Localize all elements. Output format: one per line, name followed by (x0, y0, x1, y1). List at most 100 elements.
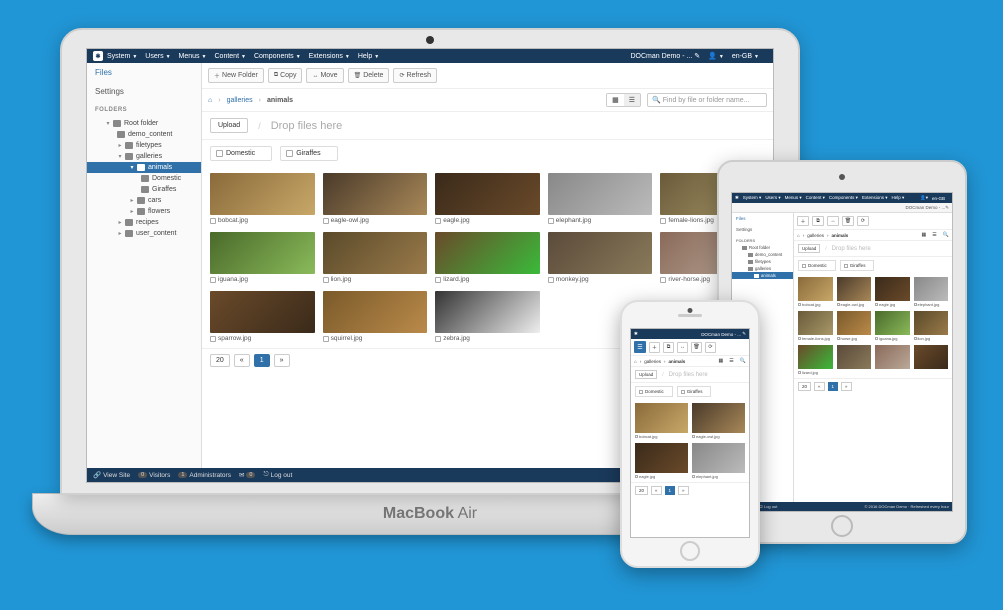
checkbox[interactable] (286, 150, 293, 157)
t-pager-next[interactable]: » (841, 382, 852, 391)
pager-page-1[interactable]: 1 (254, 354, 270, 367)
file-item[interactable]: horse.jpg (837, 311, 872, 341)
checkbox[interactable] (660, 277, 666, 283)
t-list-icon[interactable]: ☰ (932, 232, 936, 238)
messages-count[interactable]: ✉ 0 (239, 471, 256, 479)
t-tree-demo[interactable]: demo_content (732, 251, 793, 258)
hamburger-icon[interactable]: ☰ (634, 341, 646, 353)
sidebar-tab-settings[interactable]: Settings (87, 82, 201, 101)
menu-menus[interactable]: Menus▼ (179, 53, 207, 60)
file-item[interactable]: iguana.jpg (210, 232, 315, 283)
t-menu-system[interactable]: System ▾ (743, 195, 762, 201)
checkbox[interactable] (323, 277, 329, 283)
p-search-icon[interactable]: 🔍 (740, 358, 746, 364)
file-item[interactable]: eagle-owl.jpg (837, 277, 872, 307)
checkbox[interactable] (210, 218, 216, 224)
checkbox[interactable] (210, 336, 216, 342)
file-item[interactable]: female-lions.jpg (798, 311, 833, 341)
move-button[interactable]: ↔Move (306, 68, 343, 83)
file-item[interactable]: lizard.jpg (435, 232, 540, 283)
file-item[interactable]: eagle-owl.jpg (692, 403, 745, 439)
file-item[interactable]: bobcat.jpg (798, 277, 833, 307)
checkbox[interactable] (323, 218, 329, 224)
tree-root[interactable]: ▾Root folder (87, 118, 201, 129)
tree-user-content[interactable]: ▸user_content (87, 228, 201, 239)
t-upload-btn[interactable]: Upload (798, 244, 820, 253)
p-bc-galleries[interactable]: galleries (644, 359, 661, 364)
home-icon[interactable]: ⌂ (634, 359, 637, 364)
menu-content[interactable]: Content▼ (215, 53, 246, 60)
joomla-icon[interactable]: ✱ (93, 51, 103, 61)
t-pager-1[interactable]: 1 (828, 382, 839, 391)
p-group-domestic[interactable]: Domestic (635, 386, 673, 397)
p-upload-btn[interactable]: Upload (635, 370, 657, 379)
t-tab-settings[interactable]: Settings (732, 224, 793, 235)
p-group-giraffes[interactable]: Giraffes (677, 386, 712, 397)
t-page-size[interactable]: 20 (798, 382, 811, 391)
pager-next[interactable]: » (274, 354, 290, 367)
grid-view-button[interactable]: ▦ (607, 94, 624, 106)
file-item[interactable] (837, 345, 872, 375)
checkbox[interactable] (435, 336, 441, 342)
t-menu-users[interactable]: Users ▾ (765, 195, 780, 201)
tree-filetypes[interactable]: ▸filetypes (87, 140, 201, 151)
t-user-menu[interactable]: 👤▾ (920, 195, 928, 201)
file-item[interactable] (914, 345, 949, 375)
p-site[interactable]: DOCman Demo - ... (701, 332, 741, 337)
tree-galleries[interactable]: ▾galleries (87, 151, 201, 162)
file-item[interactable]: elephant.jpg (548, 173, 653, 224)
t-group-giraffes[interactable]: Giraffes (840, 260, 875, 271)
site-link[interactable]: DOCman Demo - ... ✎ (630, 52, 700, 60)
logout-link[interactable]: ⎋ Log out (263, 471, 292, 479)
t-logout[interactable]: ⎋ Log out (760, 504, 778, 509)
menu-components[interactable]: Components▼ (254, 53, 301, 60)
checkbox[interactable] (660, 218, 666, 224)
p-new-button[interactable]: ＋ (649, 342, 660, 353)
t-menu-menus[interactable]: Menus ▾ (785, 195, 802, 201)
file-item[interactable]: iguana.jpg (875, 311, 910, 341)
t-tab-files[interactable]: Files (732, 213, 793, 224)
p-pager-next[interactable]: » (678, 486, 689, 495)
file-item[interactable]: lion.jpg (323, 232, 428, 283)
t-copy-button[interactable]: ⧉ (812, 216, 824, 226)
sidebar-tab-files[interactable]: Files (87, 63, 201, 82)
p-pager-1[interactable]: 1 (665, 486, 676, 495)
menu-extensions[interactable]: Extensions▼ (309, 53, 350, 60)
t-group-domestic[interactable]: Domestic (798, 260, 836, 271)
checkbox[interactable] (210, 277, 216, 283)
file-item[interactable]: monkey.jpg (548, 232, 653, 283)
t-menu-help[interactable]: Help ▾ (891, 195, 904, 201)
lang-menu[interactable]: en-GB▼ (732, 53, 759, 60)
p-copy-button[interactable]: ⧉ (663, 342, 674, 353)
file-item[interactable]: eagle.jpg (875, 277, 910, 307)
home-icon[interactable]: ⌂ (797, 233, 800, 238)
file-item[interactable]: squirrel.jpg (323, 291, 428, 342)
joomla-icon[interactable]: ✱ (735, 195, 739, 201)
p-page-size[interactable]: 20 (635, 486, 648, 495)
file-item[interactable]: bobcat.jpg (635, 403, 688, 439)
upload-button[interactable]: Upload (210, 118, 248, 133)
t-bc-galleries[interactable]: galleries (807, 233, 824, 238)
checkbox[interactable] (216, 150, 223, 157)
t-refresh-button[interactable]: ⟳ (857, 216, 869, 226)
tree-cars[interactable]: ▸cars (87, 195, 201, 206)
tablet-home-button[interactable] (831, 515, 853, 537)
joomla-icon[interactable]: ✱ (634, 331, 638, 337)
file-item[interactable]: eagle-owl.jpg (323, 173, 428, 224)
tree-flowers[interactable]: ▸flowers (87, 206, 201, 217)
tree-domestic[interactable]: Domestic (87, 173, 201, 184)
tree-demo-content[interactable]: demo_content (87, 129, 201, 140)
file-item[interactable]: sparrow.jpg (210, 291, 315, 342)
t-upload-row[interactable]: Upload / Drop files here (794, 241, 952, 257)
tree-animals[interactable]: ▾animals (87, 162, 201, 173)
checkbox[interactable] (548, 218, 554, 224)
t-move-button[interactable]: ↔ (827, 216, 839, 226)
tree-recipes[interactable]: ▸recipes (87, 217, 201, 228)
file-item[interactable]: elephant.jpg (692, 443, 745, 479)
t-new-button[interactable]: ＋ (797, 216, 809, 226)
p-list-icon[interactable]: ☰ (729, 358, 733, 364)
t-search-icon[interactable]: 🔍 (943, 232, 949, 238)
t-tree-galleries[interactable]: galleries (732, 265, 793, 272)
t-tree-root[interactable]: Root folder (732, 244, 793, 251)
t-lang[interactable]: en-GB (932, 196, 945, 201)
